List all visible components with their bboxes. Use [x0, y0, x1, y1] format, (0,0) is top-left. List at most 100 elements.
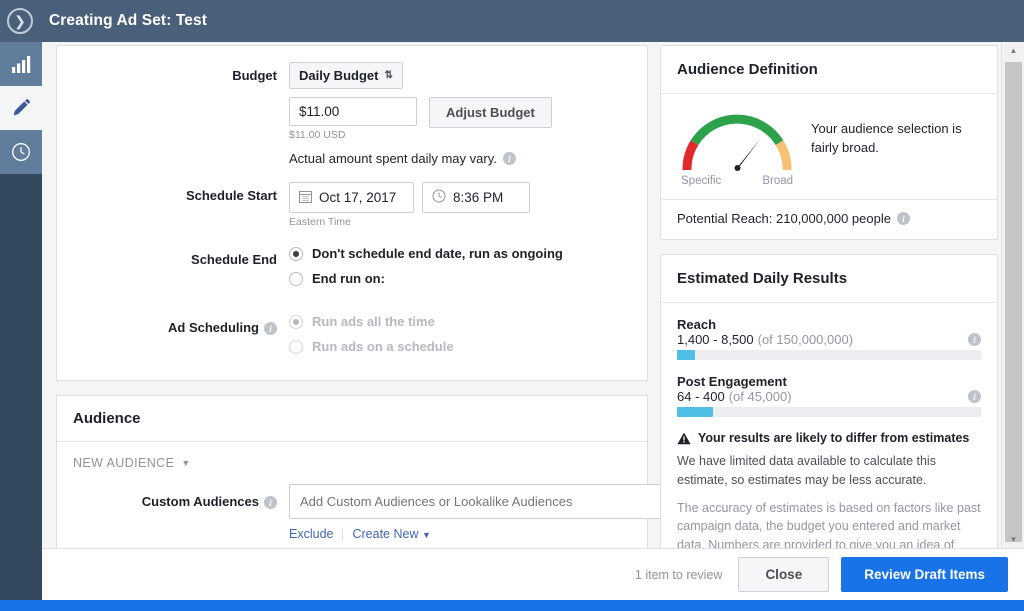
schedule-start-time-input[interactable]: 8:36 PM [422, 182, 530, 213]
select-arrows-icon: ⇅ [384, 71, 392, 81]
items-to-review-note: 1 item to review [635, 568, 723, 582]
ad-set-form-stage: Budget Daily Budget ⇅ $11.00 [42, 42, 1024, 548]
audience-definition-card: Audience Definition S [660, 45, 998, 240]
custom-audiences-links: Exclude Create New ▼ [289, 527, 683, 541]
budget-type-value: Daily Budget [299, 68, 378, 83]
scroll-up-arrow-icon[interactable]: ▲ [1002, 42, 1024, 59]
schedule-start-date-input[interactable]: Oct 17, 2017 [289, 182, 414, 213]
adjust-budget-button[interactable]: Adjust Budget [429, 97, 552, 128]
estimates-warning: Your results are likely to differ from e… [677, 431, 981, 448]
metric-value-row: 64 - 400 (of 45,000) i [677, 389, 981, 404]
metric-total: (of 150,000,000) [758, 332, 853, 347]
schedule-end-row: Schedule End Don't schedule end date, ru… [57, 246, 647, 296]
warning-paragraph-1: We have limited data available to calcul… [677, 452, 981, 490]
ad-scheduling-row: Ad Scheduling i Run ads all the time Run… [57, 314, 647, 364]
budget-amount-input[interactable]: $11.00 [289, 97, 417, 126]
estimated-results-title: Estimated Daily Results [661, 255, 997, 303]
custom-audiences-label: Custom Audiences i [57, 484, 289, 541]
radio-button[interactable] [289, 272, 303, 286]
metric-name: Reach [677, 317, 981, 332]
info-icon[interactable]: i [264, 496, 277, 509]
metric-name: Post Engagement [677, 374, 981, 389]
schedule-end-option-ongoing[interactable]: Don't schedule end date, run as ongoing [289, 246, 647, 261]
page-title: Creating Ad Set: Test [49, 12, 207, 30]
warning-title-text: Your results are likely to differ from e… [698, 431, 969, 445]
chevron-right-circle-icon[interactable]: ❯ [7, 8, 33, 34]
sidebar-item-edit[interactable] [0, 86, 42, 130]
close-button[interactable]: Close [738, 557, 829, 592]
link-divider [342, 528, 343, 541]
clock-icon [432, 189, 446, 206]
schedule-end-option-label: Don't schedule end date, run as ongoing [312, 246, 563, 261]
budget-currency-note: $11.00 USD [289, 129, 417, 141]
clock-icon [11, 142, 31, 162]
radio-button [289, 340, 303, 354]
budget-row: Budget Daily Budget ⇅ $11.00 [57, 62, 647, 166]
budget-amount-value: $11.00 [299, 104, 339, 119]
info-icon[interactable]: i [968, 390, 981, 403]
vertical-scrollbar[interactable]: ▲ ▼ [1001, 42, 1024, 548]
schedule-start-fields: Oct 17, 2017 [289, 182, 647, 228]
metric-post-engagement: Post Engagement 64 - 400 (of 45,000) i [677, 374, 981, 417]
gauge-icon [677, 108, 797, 174]
custom-audiences-input[interactable] [289, 484, 683, 519]
saved-audience-label: NEW AUDIENCE [73, 456, 174, 470]
schedule-end-label: Schedule End [57, 246, 289, 296]
estimated-results-body: Reach 1,400 - 8,500 (of 150,000,000) i P… [661, 303, 997, 548]
potential-reach-text: Potential Reach: 210,000,000 people [677, 211, 891, 226]
potential-reach-row: Potential Reach: 210,000,000 people i [661, 199, 997, 239]
warning-paragraph-2: The accuracy of estimates is based on fa… [677, 499, 981, 549]
schedule-start-date-value: Oct 17, 2017 [319, 190, 396, 205]
budget-vary-text: Actual amount spent daily may vary. [289, 151, 497, 166]
left-icon-rail [0, 42, 42, 611]
ad-scheduling-option-label: Run ads on a schedule [312, 339, 454, 354]
exclude-link[interactable]: Exclude [289, 527, 333, 541]
insights-column: Audience Definition S [660, 45, 998, 548]
pencil-icon [11, 98, 31, 118]
audience-gauge: Specific Broad [677, 108, 797, 187]
gauge-labels: Specific Broad [677, 175, 797, 187]
gauge-broad-label: Broad [762, 175, 793, 187]
sidebar-item-history[interactable] [0, 130, 42, 174]
metric-bar-track [677, 350, 981, 360]
gauge-wrap: Specific Broad Your audience selection i… [677, 108, 981, 187]
radio-button [289, 315, 303, 329]
metric-bar-fill [677, 407, 713, 417]
estimated-results-card: Estimated Daily Results Reach 1,400 - 8,… [660, 254, 998, 548]
budget-vary-note: Actual amount spent daily may vary. i [289, 151, 647, 166]
schedule-end-option-end-on[interactable]: End run on: [289, 271, 647, 286]
info-icon[interactable]: i [897, 212, 910, 225]
budget-type-select[interactable]: Daily Budget ⇅ [289, 62, 403, 89]
create-new-link[interactable]: Create New ▼ [352, 527, 430, 541]
gauge-specific-label: Specific [681, 175, 721, 187]
info-icon[interactable]: i [968, 333, 981, 346]
budget-schedule-card: Budget Daily Budget ⇅ $11.00 [56, 45, 648, 381]
audience-section-title: Audience [57, 396, 647, 442]
radio-button[interactable] [289, 247, 303, 261]
warning-triangle-icon [677, 431, 691, 448]
scrollbar-thumb[interactable] [1005, 62, 1022, 542]
custom-audiences-label-text: Custom Audiences [142, 494, 259, 509]
timezone-note: Eastern Time [289, 216, 647, 228]
custom-audiences-field: Exclude Create New ▼ [289, 484, 683, 541]
audience-card: Audience NEW AUDIENCE ▼ Custom Audiences… [56, 395, 648, 548]
audience-summary-text: Your audience selection is fairly broad. [811, 108, 981, 187]
custom-audiences-row: Custom Audiences i Exclude Create New ▼ [57, 484, 647, 541]
audience-definition-title: Audience Definition [661, 46, 997, 94]
metric-value-row: 1,400 - 8,500 (of 150,000,000) i [677, 332, 981, 347]
review-draft-items-button[interactable]: Review Draft Items [841, 557, 1008, 592]
metric-range: 64 - 400 [677, 389, 725, 404]
budget-fields: Daily Budget ⇅ $11.00 $11.00 USD [289, 62, 647, 166]
schedule-start-label: Schedule Start [57, 182, 289, 228]
schedule-start-time-value: 8:36 PM [453, 190, 503, 205]
metric-total: (of 45,000) [729, 389, 792, 404]
info-icon[interactable]: i [264, 322, 277, 335]
window-header: ❯ Creating Ad Set: Test [0, 0, 1024, 42]
info-icon[interactable]: i [503, 152, 516, 165]
ad-scheduling-option-schedule: Run ads on a schedule [289, 339, 647, 354]
form-column: Budget Daily Budget ⇅ $11.00 [56, 45, 648, 548]
scroll-down-arrow-icon[interactable]: ▼ [1002, 531, 1024, 548]
budget-label: Budget [57, 62, 289, 166]
saved-audience-dropdown[interactable]: NEW AUDIENCE ▼ [57, 456, 647, 484]
sidebar-item-campaign-stats[interactable] [0, 42, 42, 86]
